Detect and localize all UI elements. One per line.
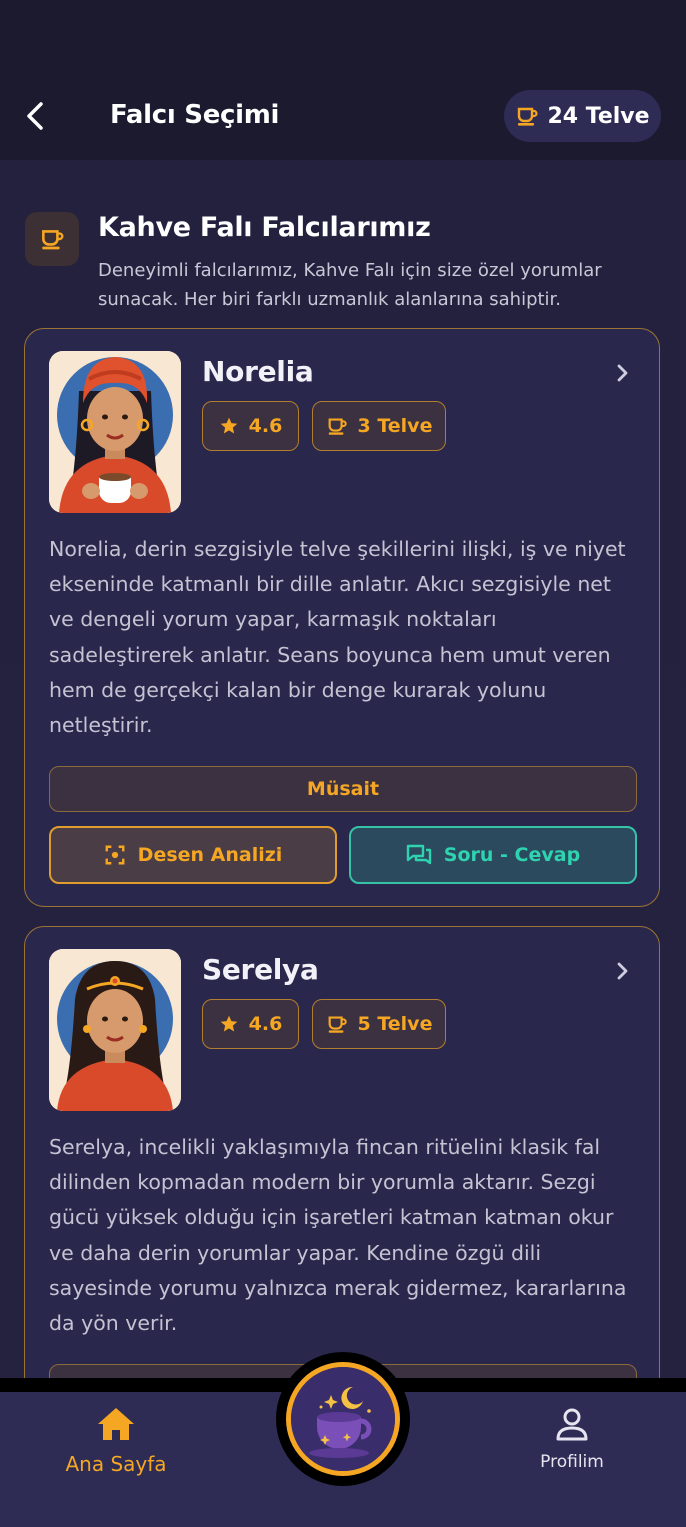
back-arrow-icon[interactable] — [18, 96, 58, 136]
page-title: Falcı Seçimi — [110, 100, 280, 130]
fortune-teller-name: Norelia — [202, 355, 314, 388]
rating-text: 4.6 — [248, 415, 283, 437]
coffee-cup-icon — [518, 107, 539, 126]
question-answer-label: Soru - Cevap — [443, 844, 581, 866]
fortune-action-button[interactable] — [276, 1352, 410, 1486]
question-answer-button[interactable]: Soru - Cevap — [349, 826, 637, 884]
coffee-cup-icon — [42, 230, 64, 250]
top-bar: Falcı Seçimi 24 Telve — [0, 0, 686, 160]
chevron-right-icon[interactable] — [613, 361, 633, 385]
star-icon — [220, 417, 237, 434]
cost-badge: 5 Telve — [312, 999, 446, 1049]
cost-badge: 3 Telve — [312, 401, 446, 451]
chevron-right-icon[interactable] — [613, 959, 633, 983]
fortune-teller-name: Serelya — [202, 953, 319, 986]
coffee-cup-icon — [328, 418, 347, 435]
section-description: Deneyimli falcılarımız, Kahve Falı için … — [98, 260, 602, 310]
section-title: Kahve Falı Falcılarımız — [98, 212, 431, 243]
rating-badge: 4.6 — [202, 401, 299, 451]
pattern-analysis-label: Desen Analizi — [137, 844, 283, 866]
magic-coffee-cup-icon — [291, 1367, 395, 1471]
person-icon — [556, 1408, 588, 1441]
star-icon — [220, 1015, 237, 1032]
section-icon-box — [25, 212, 79, 266]
nav-home[interactable]: Ana Sayfa — [64, 1406, 168, 1476]
nav-profile[interactable]: Profilim — [530, 1406, 614, 1472]
avatar — [49, 351, 181, 513]
cost-text: 5 Telve — [357, 1013, 433, 1035]
home-icon — [98, 1408, 134, 1440]
scan-focus-icon — [105, 845, 125, 865]
nav-home-label: Ana Sayfa — [65, 1452, 167, 1476]
credits-text: 24 Telve — [547, 103, 650, 129]
fortune-teller-card[interactable]: Norelia 4.6 3 Telve Norelia, derin sezgi… — [24, 328, 660, 907]
coffee-cup-icon — [328, 1016, 347, 1033]
nav-profile-label: Profilim — [540, 1452, 604, 1472]
fortune-teller-description: Serelya, incelikli yaklaşımıyla fincan r… — [49, 1135, 627, 1336]
fortune-teller-description: Norelia, derin sezgisiyle telve şekiller… — [49, 537, 626, 738]
rating-badge: 4.6 — [202, 999, 299, 1049]
credits-badge[interactable]: 24 Telve — [504, 90, 661, 142]
chat-bubbles-icon — [406, 844, 431, 865]
rating-text: 4.6 — [248, 1013, 283, 1035]
status-badge: Müsait — [49, 766, 637, 812]
avatar — [49, 949, 181, 1111]
pattern-analysis-button[interactable]: Desen Analizi — [49, 826, 337, 884]
cost-text: 3 Telve — [357, 415, 433, 437]
